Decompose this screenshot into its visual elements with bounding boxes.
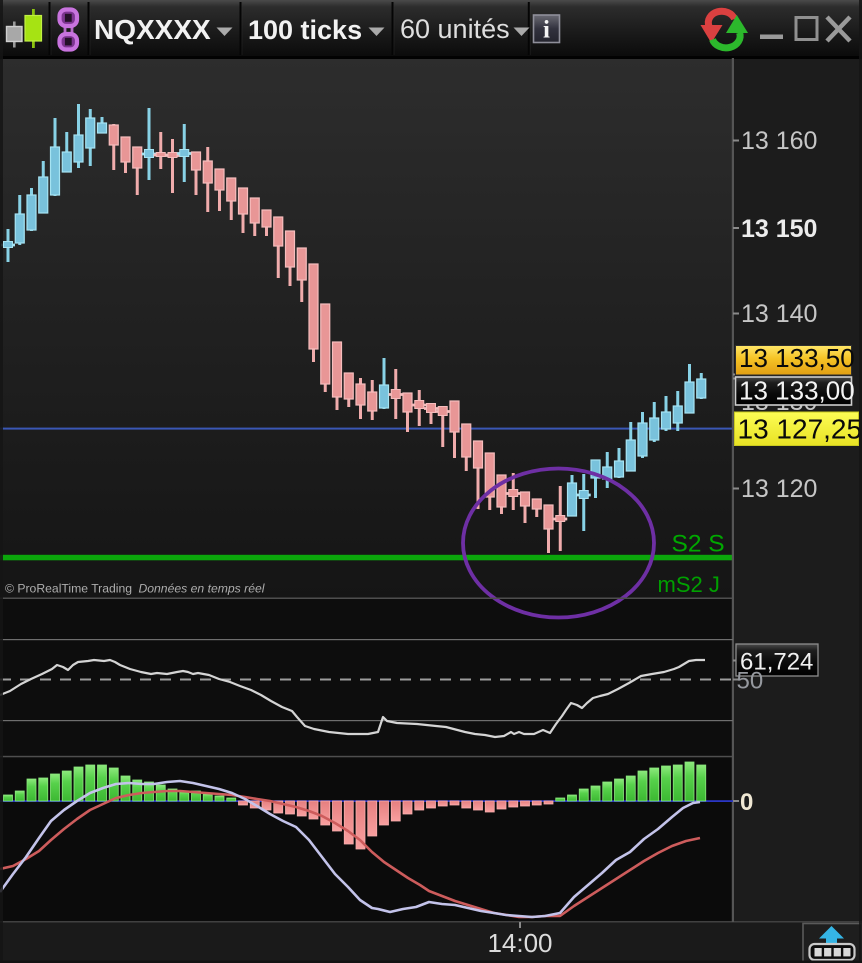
svg-text:13 127,25: 13 127,25 — [738, 414, 862, 445]
svg-text:i: i — [543, 17, 550, 44]
svg-text:60 unités: 60 unités — [400, 14, 510, 44]
svg-text:13 140: 13 140 — [741, 300, 817, 328]
svg-text:13 150: 13 150 — [741, 215, 817, 243]
svg-text:13 120: 13 120 — [741, 475, 817, 503]
svg-text:50: 50 — [737, 668, 764, 695]
svg-text:13 133,50: 13 133,50 — [739, 343, 855, 373]
svg-text:100 ticks: 100 ticks — [248, 15, 362, 45]
svg-text:mS2 J: mS2 J — [658, 572, 720, 597]
svg-text:© ProRealTime Trading Données: © ProRealTime Trading Données en temps r… — [5, 582, 265, 596]
svg-text:0: 0 — [740, 789, 753, 816]
svg-text:NQXXXX: NQXXXX — [94, 14, 211, 45]
svg-text:S2 S: S2 S — [672, 531, 725, 558]
svg-text:13 160: 13 160 — [741, 127, 817, 155]
svg-text:14:00: 14:00 — [487, 928, 552, 958]
svg-text:13 133,00: 13 133,00 — [739, 376, 855, 406]
